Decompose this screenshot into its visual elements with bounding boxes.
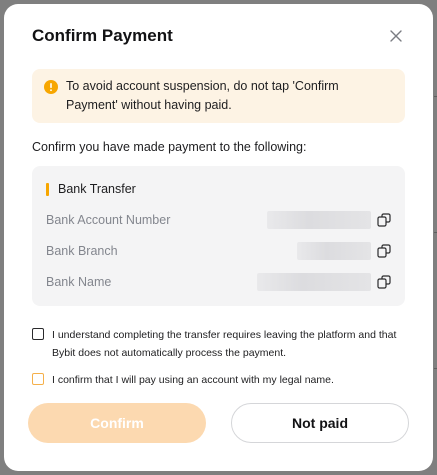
payment-method-title: Bank Transfer	[58, 182, 136, 196]
bank-account-number-row: Bank Account Number	[46, 204, 391, 235]
bank-branch-value	[297, 241, 391, 260]
copy-icon[interactable]	[377, 243, 391, 258]
warning-banner: To avoid account suspension, do not tap …	[32, 69, 405, 123]
redacted-value	[267, 210, 371, 229]
not-paid-button[interactable]: Not paid	[231, 403, 409, 443]
accent-bar	[46, 182, 49, 196]
acknowledge-transfer-row: I understand completing the transfer req…	[32, 326, 405, 362]
bank-branch-label: Bank Branch	[46, 243, 118, 258]
close-button[interactable]	[385, 25, 407, 47]
dialog-title: Confirm Payment	[32, 26, 173, 45]
legal-name-checkbox[interactable]	[32, 373, 44, 385]
acknowledge-transfer-checkbox[interactable]	[32, 328, 44, 340]
redacted-value	[257, 272, 371, 291]
bank-name-value	[257, 272, 391, 291]
copy-icon[interactable]	[377, 274, 391, 289]
bank-account-number-value	[267, 210, 391, 229]
confirm-payment-dialog: Confirm Payment To avoid account suspens…	[4, 4, 433, 471]
bank-account-number-label: Bank Account Number	[46, 212, 171, 227]
close-icon	[390, 30, 402, 42]
acknowledge-transfer-text: I understand completing the transfer req…	[52, 329, 397, 359]
bank-name-row: Bank Name	[46, 266, 391, 297]
dialog-header: Confirm Payment	[32, 4, 405, 66]
legal-name-text: I confirm that I will pay using an accou…	[52, 374, 334, 386]
bank-name-label: Bank Name	[46, 274, 112, 289]
warning-text: To avoid account suspension, do not tap …	[66, 79, 339, 112]
bank-method-header: Bank Transfer	[46, 180, 391, 198]
redacted-value	[297, 241, 371, 260]
confirm-button[interactable]: Confirm	[28, 403, 206, 443]
dialog-actions: Confirm Not paid	[28, 403, 409, 443]
bank-branch-row: Bank Branch	[46, 235, 391, 266]
confirm-instructions: Confirm you have made payment to the fol…	[32, 140, 307, 154]
bank-details-panel: Bank Transfer Bank Account Number Bank B…	[32, 166, 405, 306]
copy-icon[interactable]	[377, 212, 391, 227]
warning-icon	[44, 80, 58, 94]
legal-name-row: I confirm that I will pay using an accou…	[32, 371, 405, 389]
